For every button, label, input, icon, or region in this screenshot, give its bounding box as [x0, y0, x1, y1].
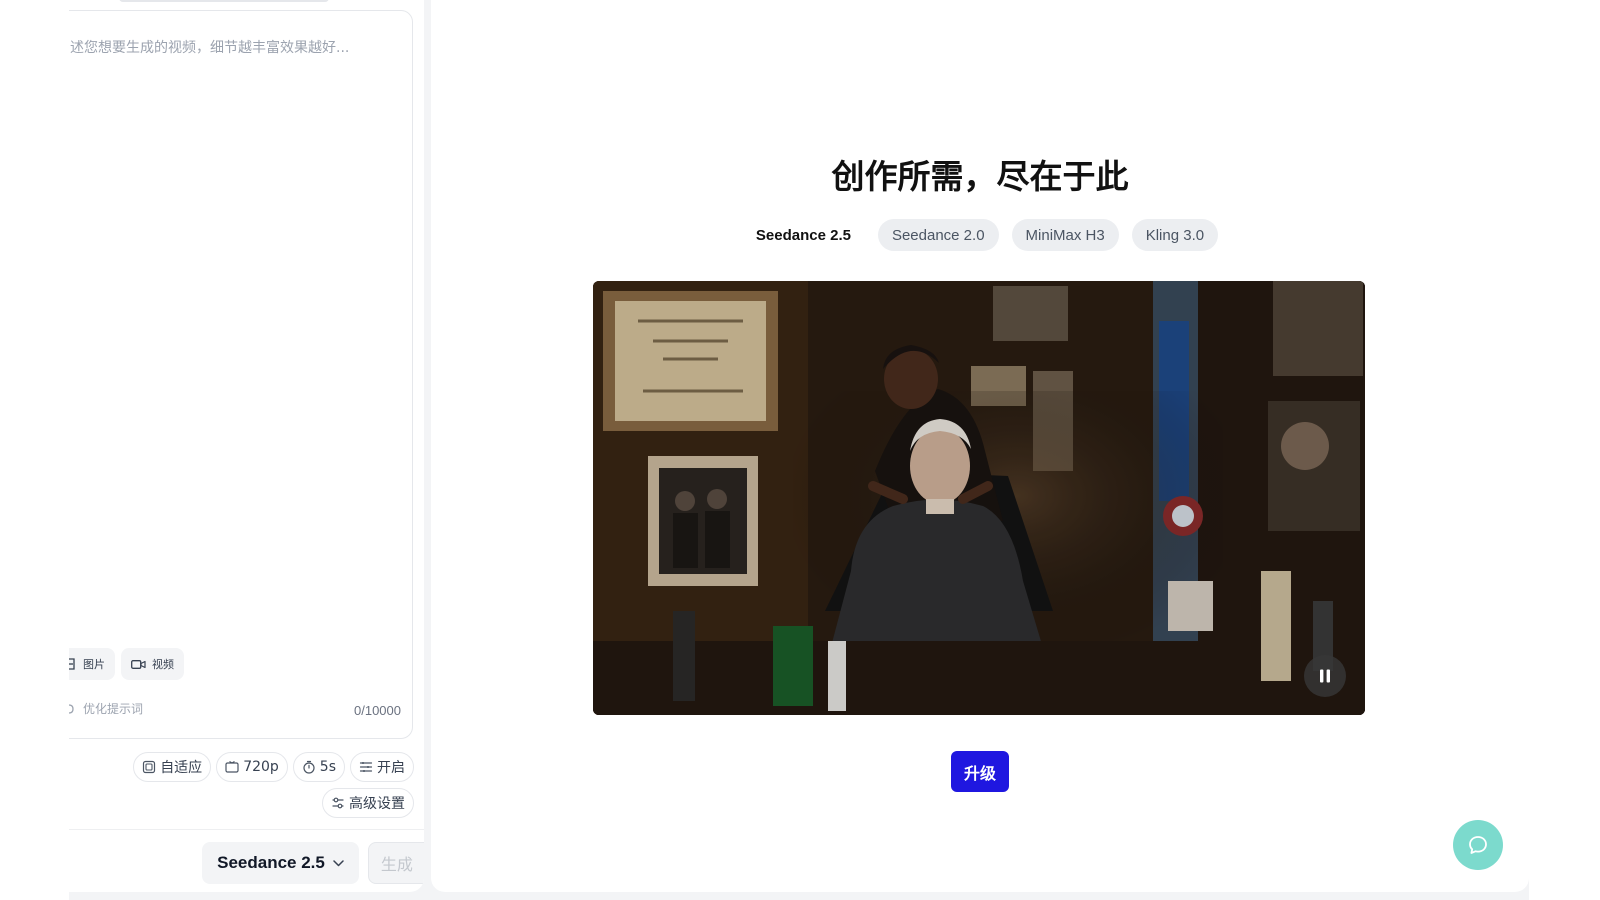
list-settings-icon: [359, 760, 373, 774]
generation-options: 自适应 720p 5s 开启: [133, 752, 414, 782]
attachment-row: 图片 视频: [69, 648, 184, 680]
aspect-ratio-label: 自适应: [160, 760, 203, 776]
sparkle-icon: [69, 703, 75, 715]
pause-icon: [1318, 668, 1332, 684]
duration-option[interactable]: 5s: [292, 752, 345, 782]
chevron-down-icon: [333, 859, 344, 867]
mode-tab-remnant: [119, 0, 329, 2]
prompt-panel: 图片 视频 优化提示词 0/10000 自适应 720p: [69, 0, 424, 892]
model-select-label: Seedance 2.5: [217, 853, 325, 872]
video-player[interactable]: [593, 281, 1365, 715]
showcase-panel: 创作所需，尽在于此 Seedance 2.5 Seedance 2.0 Mini…: [431, 0, 1529, 892]
video-still: [593, 281, 1365, 715]
feature-toggle-label: 开启: [377, 760, 405, 776]
timer-icon: [302, 760, 316, 774]
add-image-label: 图片: [83, 658, 105, 671]
prompt-box: [69, 10, 413, 739]
divider: [69, 829, 424, 830]
tab-minimax-h3[interactable]: MiniMax H3: [1011, 219, 1119, 251]
optimize-prompt-label: 优化提示词: [83, 702, 144, 716]
aspect-ratio-option[interactable]: 自适应: [133, 752, 212, 782]
prompt-input[interactable]: [70, 37, 400, 657]
advanced-settings-button[interactable]: 高级设置: [322, 788, 414, 818]
add-video-label: 视频: [152, 658, 174, 671]
upgrade-button[interactable]: 升级: [951, 751, 1009, 792]
tab-kling-3-0[interactable]: Kling 3.0: [1131, 219, 1219, 251]
model-select[interactable]: Seedance 2.5: [202, 842, 359, 884]
page-title: 创作所需，尽在于此: [831, 157, 1129, 196]
tab-seedance-2-0[interactable]: Seedance 2.0: [877, 219, 999, 251]
chat-bubble-icon: [1467, 834, 1489, 856]
model-tabs: Seedance 2.5 Seedance 2.0 MiniMax H3 Kli…: [431, 219, 1529, 251]
monitor-icon: [225, 760, 239, 774]
duration-label: 5s: [319, 759, 336, 775]
advanced-settings-label: 高级设置: [349, 796, 405, 812]
optimize-prompt-button[interactable]: 优化提示词: [69, 700, 143, 717]
pause-button[interactable]: [1304, 655, 1346, 697]
feature-toggle-option[interactable]: 开启: [350, 752, 414, 782]
image-icon: [69, 658, 77, 670]
tab-seedance-2-5[interactable]: Seedance 2.5: [742, 219, 865, 251]
generate-button[interactable]: 生成（18）: [368, 842, 424, 884]
chat-support-button[interactable]: [1453, 820, 1503, 870]
sliders-icon: [331, 796, 345, 810]
aspect-ratio-icon: [142, 760, 156, 774]
add-video-button[interactable]: 视频: [121, 648, 184, 680]
resolution-option[interactable]: 720p: [216, 752, 288, 782]
resolution-label: 720p: [243, 759, 279, 775]
char-counter: 0/10000: [354, 703, 401, 718]
video-camera-icon: [131, 659, 146, 670]
add-image-button[interactable]: 图片: [69, 648, 115, 680]
